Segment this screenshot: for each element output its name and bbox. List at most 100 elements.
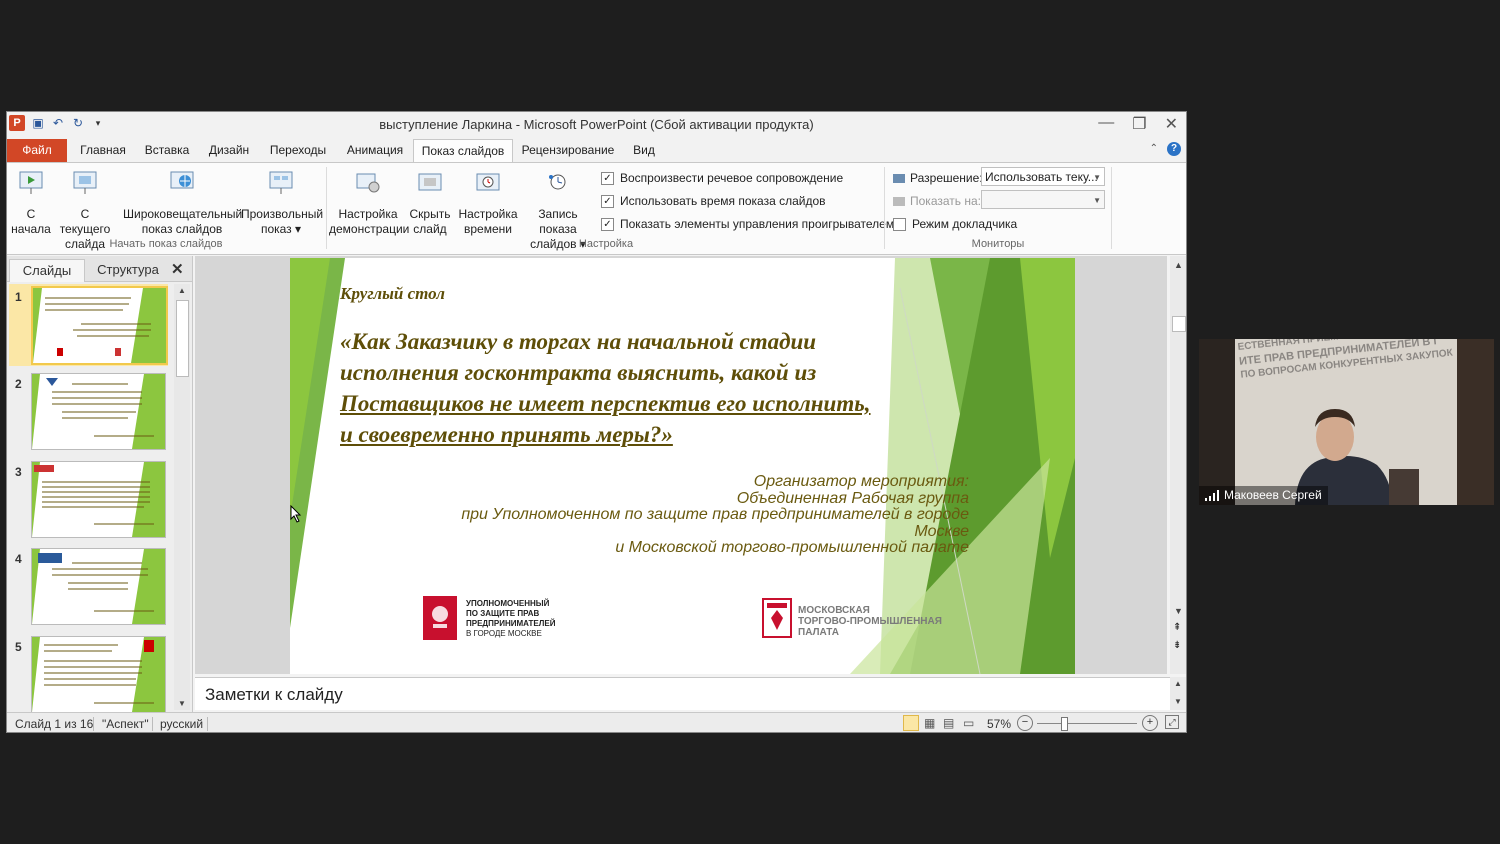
tab-slideshow[interactable]: Показ слайдов xyxy=(413,139,513,163)
next-slide-icon[interactable]: ⇟ xyxy=(1173,641,1181,651)
ribbon-tabs: Файл Главная Вставка Дизайн Переходы Ани… xyxy=(7,137,1186,163)
slideshow-current-icon xyxy=(73,171,97,194)
zoom-slider-track[interactable] xyxy=(1037,723,1137,724)
resolution-dropdown[interactable]: Использовать теку... ▼ xyxy=(981,167,1105,186)
scroll-up-icon[interactable]: ▲ xyxy=(1174,679,1182,688)
slide-number: 4 xyxy=(15,552,22,566)
checkbox-checked[interactable]: ✓ xyxy=(601,171,614,185)
help-icon[interactable]: ? xyxy=(1167,142,1181,156)
hide-slide-button[interactable]: Скрыть слайд xyxy=(408,169,452,237)
show-on-dropdown[interactable]: ▼ xyxy=(981,190,1105,209)
tab-design[interactable]: Дизайн xyxy=(205,139,253,162)
slide-counter: Слайд 1 из 16 xyxy=(15,717,94,731)
chamber-of-commerce-emblem-icon xyxy=(762,598,792,638)
group-separator xyxy=(1111,167,1112,249)
tab-slides[interactable]: Слайды xyxy=(9,259,85,282)
current-slide[interactable]: Круглый стол «Как Заказчику в торгах на … xyxy=(290,258,1075,674)
thumbnail-graphic xyxy=(32,374,165,449)
media-controls-checkbox[interactable]: ✓ Показать элементы управления проигрыват… xyxy=(601,217,894,231)
mouse-cursor-icon xyxy=(290,505,302,523)
slideshow-view-icon[interactable]: ▭ xyxy=(963,716,974,730)
setup-show-icon xyxy=(356,173,380,193)
thumbnail-graphic xyxy=(32,549,165,624)
slide-title: «Как Заказчику в торгах на начальной ста… xyxy=(340,329,871,447)
tab-view[interactable]: Вид xyxy=(629,139,659,162)
tab-transitions[interactable]: Переходы xyxy=(265,139,331,162)
previous-slide-icon[interactable]: ⇞ xyxy=(1173,623,1181,633)
slide-thumbnail-5[interactable] xyxy=(31,636,166,713)
narration-checkbox[interactable]: ✓ Воспроизвести речевое сопровождение xyxy=(601,171,843,185)
group-label-start: Начать показ слайдов xyxy=(109,238,223,250)
thumbnail-scrollbar[interactable]: ▲ ▼ xyxy=(174,284,190,710)
checkbox-checked[interactable]: ✓ xyxy=(601,194,614,208)
zoom-slider-thumb[interactable] xyxy=(1061,717,1068,731)
setup-show-button[interactable]: Настройка демонстрации xyxy=(329,169,409,237)
slide-organizer-text: Организатор мероприятия: Объединенная Ра… xyxy=(461,473,969,556)
window-title: выступление Ларкина - Microsoft PowerPoi… xyxy=(379,117,814,132)
slide-vertical-scrollbar[interactable]: ▲ ▼ ⇞ ⇟ xyxy=(1170,256,1186,674)
collapse-ribbon-icon[interactable]: ⌃ xyxy=(1150,143,1158,154)
custom-show-button[interactable]: Произвольный показ ▾ xyxy=(241,169,323,237)
hide-slide-icon xyxy=(418,173,442,191)
status-bar: Слайд 1 из 16 "Аспект" русский ▦ ▤ ▭ 57%… xyxy=(7,712,1186,732)
group-separator xyxy=(884,167,885,249)
tab-home[interactable]: Главная xyxy=(77,139,129,162)
tab-insert[interactable]: Вставка xyxy=(141,139,193,162)
notes-scrollbar[interactable]: ▲ ▼ xyxy=(1170,677,1186,710)
notes-pane[interactable]: Заметки к слайду xyxy=(195,677,1170,710)
presenter-view-checkbox[interactable]: Режим докладчика xyxy=(893,217,1017,231)
scroll-down-icon[interactable]: ▼ xyxy=(178,699,186,708)
scroll-thumb[interactable] xyxy=(176,300,189,377)
slide-thumbnail-1[interactable] xyxy=(31,286,168,365)
tab-animation[interactable]: Анимация xyxy=(343,139,407,162)
timer-icon xyxy=(476,173,500,191)
slide-sorter-icon[interactable]: ▦ xyxy=(924,716,935,730)
slide-heading: Круглый стол xyxy=(340,284,445,303)
slides-panel: Слайды Структура ✕ 1 2 3 4 5 ▲ ▼ xyxy=(7,256,193,713)
ombudsman-logo-text: УПОЛНОМОЧЕННЫЙ ПО ЗАЩИТЕ ПРАВ ПРЕДПРИНИМ… xyxy=(466,599,556,638)
fit-to-window-icon[interactable]: ⤢ xyxy=(1165,715,1179,729)
scroll-down-icon[interactable]: ▼ xyxy=(1174,606,1183,616)
zoom-level[interactable]: 57% xyxy=(987,717,1011,731)
chevron-down-icon: ▼ xyxy=(1093,196,1101,205)
timings-checkbox[interactable]: ✓ Использовать время показа слайдов xyxy=(601,194,826,208)
slide-thumbnail-2[interactable] xyxy=(31,373,166,450)
tab-file[interactable]: Файл xyxy=(7,139,67,162)
minimize-icon[interactable]: — xyxy=(1098,114,1114,134)
rehearse-timings-button[interactable]: Настройка времени xyxy=(458,169,518,237)
zoom-in-icon[interactable]: + xyxy=(1142,715,1158,731)
tab-review[interactable]: Рецензирование xyxy=(520,139,616,162)
broadcast-icon xyxy=(170,171,194,189)
zoom-out-icon[interactable]: − xyxy=(1017,715,1033,731)
chevron-down-icon: ▼ xyxy=(1093,173,1101,182)
close-panel-icon[interactable]: ✕ xyxy=(171,259,184,281)
slideshow-start-icon xyxy=(19,171,43,194)
reading-view-icon[interactable]: ▤ xyxy=(943,716,954,730)
scroll-thumb[interactable] xyxy=(1172,316,1186,332)
checkbox-checked[interactable]: ✓ xyxy=(601,217,614,231)
tab-outline[interactable]: Структура xyxy=(91,259,165,281)
thumbnail-graphic xyxy=(33,288,166,363)
checkbox-unchecked[interactable] xyxy=(893,217,906,231)
slide-thumbnail-4[interactable] xyxy=(31,548,166,625)
normal-view-icon[interactable] xyxy=(903,715,919,731)
close-icon[interactable]: ✕ xyxy=(1165,114,1178,134)
slide-thumbnail-3[interactable] xyxy=(31,461,166,538)
moscow-coat-of-arms-icon xyxy=(423,596,457,640)
scroll-down-icon[interactable]: ▼ xyxy=(1174,697,1182,706)
broadcast-button[interactable]: Широковещательный показ слайдов xyxy=(123,169,242,237)
video-participant-tile[interactable]: ЕСТВЕННАЯ ПРИЕМ ИТЕ ПРАВ ПРЕДПРИНИМАТЕЛЕ… xyxy=(1199,339,1494,505)
scroll-up-icon[interactable]: ▲ xyxy=(178,286,186,295)
status-divider xyxy=(152,717,153,731)
scroll-up-icon[interactable]: ▲ xyxy=(1174,260,1183,270)
restore-icon[interactable]: ❐ xyxy=(1132,114,1146,134)
monitor-icon xyxy=(893,196,905,206)
resolution-row: Разрешение: xyxy=(893,171,983,185)
participant-name-label: Маковеев Сергей xyxy=(1199,486,1328,505)
monitor-icon xyxy=(893,173,905,183)
language-indicator[interactable]: русский xyxy=(160,717,203,731)
slide-number: 3 xyxy=(15,465,22,479)
from-start-button[interactable]: С начала xyxy=(11,169,51,237)
thumbnail-graphic xyxy=(32,637,165,712)
theme-name[interactable]: "Аспект" xyxy=(102,717,149,731)
